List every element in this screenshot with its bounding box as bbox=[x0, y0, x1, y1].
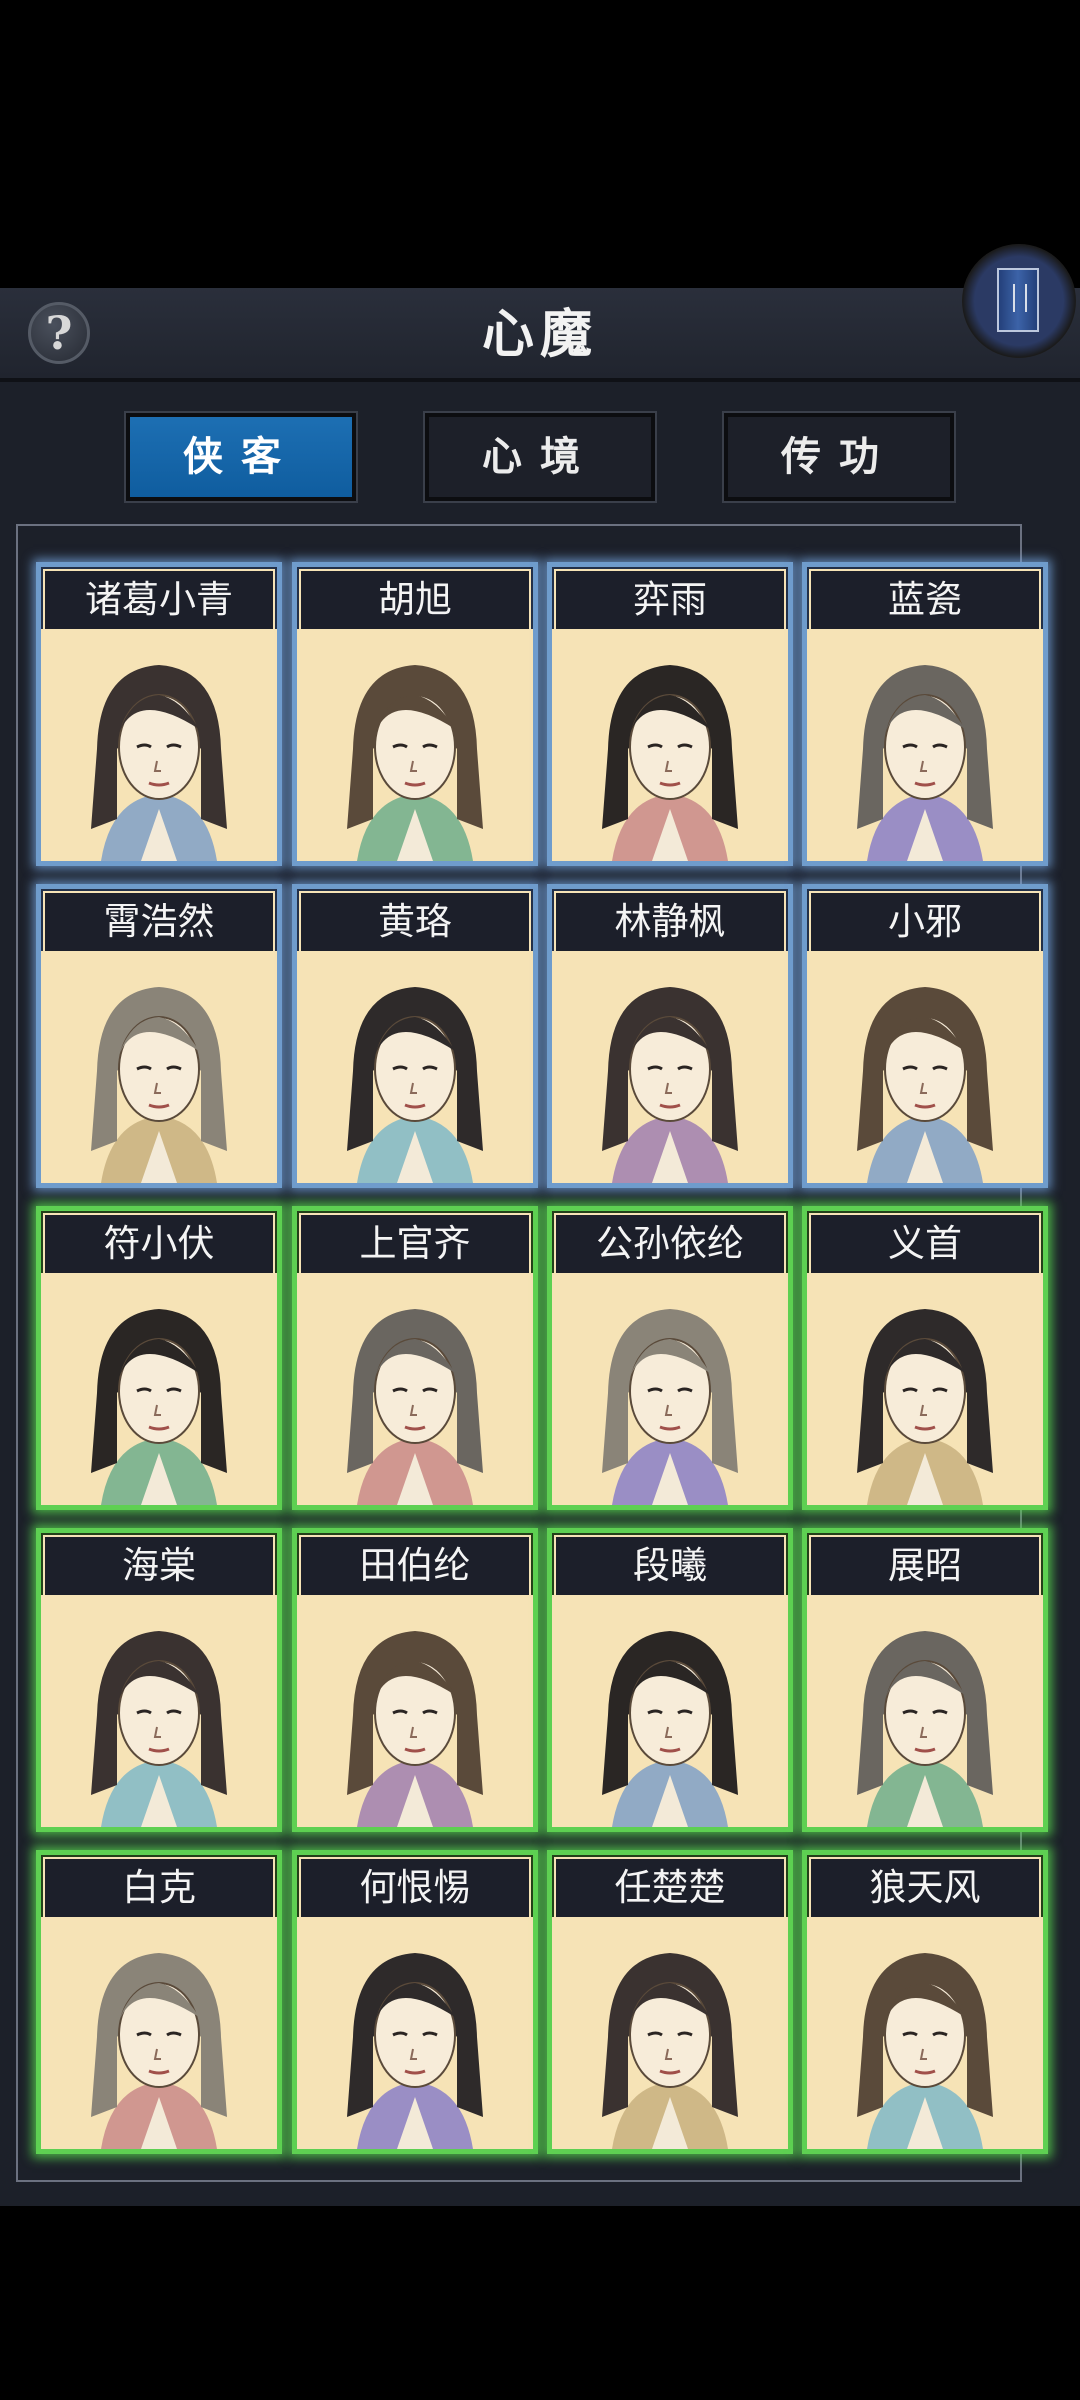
character-name: 白克 bbox=[45, 1859, 273, 1917]
character-card[interactable]: 义首 bbox=[802, 1206, 1048, 1510]
character-portrait bbox=[297, 1595, 533, 1827]
character-portrait bbox=[552, 951, 788, 1183]
character-name: 何恨惕 bbox=[301, 1859, 529, 1917]
character-name: 展昭 bbox=[811, 1537, 1039, 1595]
book-icon bbox=[997, 268, 1039, 332]
character-card[interactable]: 公孙依纶 bbox=[547, 1206, 793, 1510]
character-card[interactable]: 白克 bbox=[36, 1850, 282, 2154]
question-mark-icon: ? bbox=[45, 306, 73, 360]
character-card[interactable]: 弈雨 bbox=[547, 562, 793, 866]
character-name: 霄浩然 bbox=[45, 893, 273, 951]
tab-xinjing[interactable]: 心境 bbox=[423, 411, 657, 503]
character-card[interactable]: 田伯纶 bbox=[292, 1528, 538, 1832]
character-card[interactable]: 海棠 bbox=[36, 1528, 282, 1832]
character-name: 狼天风 bbox=[811, 1859, 1039, 1917]
character-card[interactable]: 任楚楚 bbox=[547, 1850, 793, 2154]
character-portrait bbox=[807, 1917, 1043, 2149]
character-name: 蓝瓷 bbox=[811, 571, 1039, 629]
character-name: 段曦 bbox=[556, 1537, 784, 1595]
character-name: 上官齐 bbox=[301, 1215, 529, 1273]
character-card[interactable]: 胡旭 bbox=[292, 562, 538, 866]
tab-chuangong[interactable]: 传功 bbox=[722, 411, 956, 503]
character-card[interactable]: 上官齐 bbox=[292, 1206, 538, 1510]
character-portrait bbox=[297, 1273, 533, 1505]
character-card[interactable]: 展昭 bbox=[802, 1528, 1048, 1832]
character-portrait bbox=[552, 1917, 788, 2149]
character-portrait bbox=[807, 629, 1043, 861]
character-grid: 诸葛小青 胡旭 弈雨 蓝瓷霄浩然 黄珞 林静枫 小邪符小伏 上官齐 公孙依纶 义首海棠 田伯纶 段曦展… bbox=[16, 524, 1048, 2182]
character-portrait bbox=[41, 629, 277, 861]
character-portrait bbox=[807, 1273, 1043, 1505]
character-portrait bbox=[41, 1273, 277, 1505]
page-title: 心魔 bbox=[481, 304, 598, 365]
character-name: 小邪 bbox=[811, 893, 1039, 951]
character-name: 黄珞 bbox=[301, 893, 529, 951]
character-card[interactable]: 霄浩然 bbox=[36, 884, 282, 1188]
character-portrait bbox=[41, 1595, 277, 1827]
character-card[interactable]: 狼天风 bbox=[802, 1850, 1048, 2154]
character-portrait bbox=[552, 629, 788, 861]
character-name: 任楚楚 bbox=[556, 1859, 784, 1917]
character-portrait bbox=[807, 1595, 1043, 1827]
character-portrait bbox=[41, 951, 277, 1183]
character-portrait bbox=[297, 629, 533, 861]
character-card[interactable]: 小邪 bbox=[802, 884, 1048, 1188]
character-name: 胡旭 bbox=[301, 571, 529, 629]
character-name: 诸葛小青 bbox=[45, 571, 273, 629]
character-card[interactable]: 符小伏 bbox=[36, 1206, 282, 1510]
character-name: 林静枫 bbox=[556, 893, 784, 951]
character-name: 符小伏 bbox=[45, 1215, 273, 1273]
character-portrait bbox=[297, 951, 533, 1183]
character-name: 义首 bbox=[811, 1215, 1039, 1273]
character-portrait bbox=[552, 1595, 788, 1827]
character-card[interactable]: 黄珞 bbox=[292, 884, 538, 1188]
book-button[interactable] bbox=[962, 244, 1076, 358]
status-area bbox=[0, 0, 1080, 288]
character-name: 田伯纶 bbox=[301, 1537, 529, 1595]
character-card[interactable]: 蓝瓷 bbox=[802, 562, 1048, 866]
character-portrait bbox=[297, 1917, 533, 2149]
character-portrait bbox=[41, 1917, 277, 2149]
character-name: 弈雨 bbox=[556, 571, 784, 629]
character-card[interactable]: 林静枫 bbox=[547, 884, 793, 1188]
character-portrait bbox=[807, 951, 1043, 1183]
tab-xiake[interactable]: 侠客 bbox=[124, 411, 358, 503]
help-button[interactable]: ? bbox=[28, 302, 90, 364]
character-card[interactable]: 段曦 bbox=[547, 1528, 793, 1832]
character-name: 海棠 bbox=[45, 1537, 273, 1595]
character-card[interactable]: 诸葛小青 bbox=[36, 562, 282, 866]
character-card[interactable]: 何恨惕 bbox=[292, 1850, 538, 2154]
character-portrait bbox=[552, 1273, 788, 1505]
character-name: 公孙依纶 bbox=[556, 1215, 784, 1273]
